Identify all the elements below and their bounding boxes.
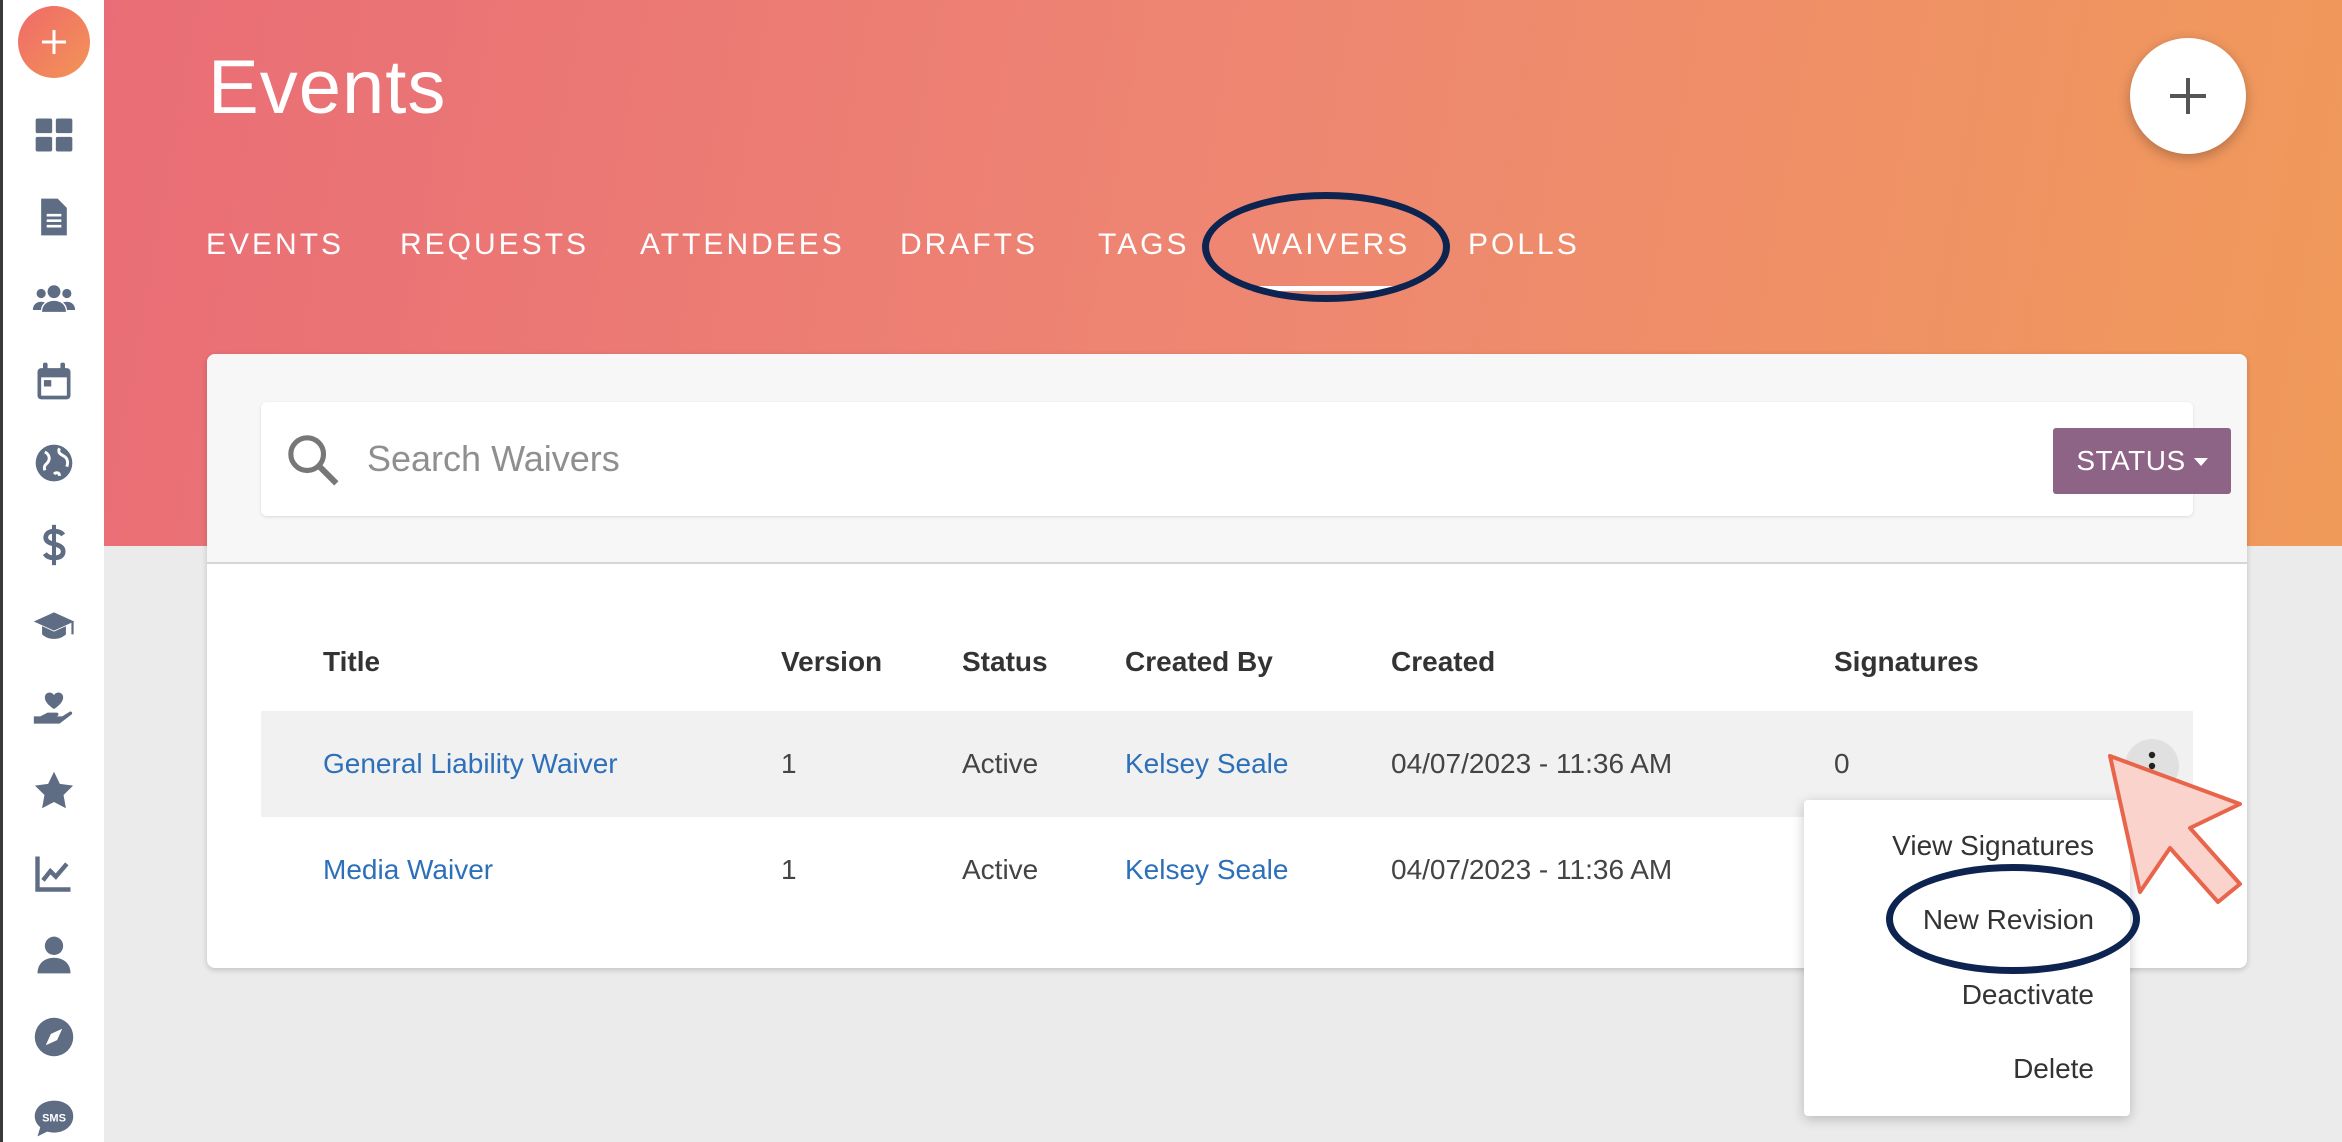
- tab-attendees[interactable]: ATTENDEES: [640, 228, 845, 262]
- user-icon: [37, 936, 71, 974]
- tab-requests[interactable]: REQUESTS: [400, 228, 589, 262]
- pointer-arrow-icon: [2108, 754, 2242, 904]
- card-toolbar: STATUS: [207, 354, 2247, 564]
- sidebar-item-globe[interactable]: [27, 436, 81, 490]
- dashboard-icon: [35, 118, 73, 152]
- waiver-created-by-link[interactable]: Kelsey Seale: [1125, 817, 1288, 923]
- waiver-title-link[interactable]: Media Waiver: [323, 817, 493, 923]
- menu-item-delete[interactable]: Delete: [2013, 1053, 2094, 1085]
- waiver-created-by-link[interactable]: Kelsey Seale: [1125, 711, 1288, 817]
- search-icon: [288, 435, 339, 486]
- dollar-icon: [42, 524, 66, 566]
- compass-icon: [34, 1017, 74, 1057]
- sidebar: SMS: [0, 0, 104, 1142]
- sidebar-item-documents[interactable]: [27, 190, 81, 244]
- tab-events[interactable]: EVENTS: [206, 228, 344, 262]
- waiver-status: Active: [962, 854, 1039, 885]
- sidebar-item-profile[interactable]: [27, 928, 81, 982]
- users-icon: [32, 285, 76, 312]
- column-header-status[interactable]: Status: [962, 646, 1048, 678]
- annotation-oval-waivers: [1202, 192, 1450, 302]
- plus-icon: [42, 30, 66, 54]
- sidebar-item-explore[interactable]: [27, 1010, 81, 1064]
- caret-down-icon: [2193, 458, 2208, 466]
- tab-polls[interactable]: POLLS: [1468, 228, 1580, 262]
- globe-icon: [35, 444, 73, 482]
- waiver-version: 1: [781, 854, 797, 885]
- search-input[interactable]: [367, 426, 1827, 492]
- column-header-created-by[interactable]: Created By: [1125, 646, 1273, 678]
- waiver-created: 04/07/2023 - 11:36 AM: [1391, 748, 1673, 779]
- column-header-title[interactable]: Title: [323, 646, 380, 678]
- chart-line-icon: [35, 856, 71, 892]
- sidebar-item-calendar[interactable]: [27, 354, 81, 408]
- page-title: Events: [208, 45, 447, 130]
- tab-drafts[interactable]: DRAFTS: [900, 228, 1038, 262]
- sidebar-item-favorites[interactable]: [27, 764, 81, 818]
- calendar-icon: [37, 362, 71, 400]
- menu-item-deactivate[interactable]: Deactivate: [1962, 979, 2094, 1011]
- graduation-cap-icon: [33, 612, 75, 639]
- sidebar-item-reports[interactable]: [27, 846, 81, 900]
- sms-icon: SMS: [34, 1100, 74, 1137]
- sidebar-item-finance[interactable]: [27, 518, 81, 572]
- waiver-title-link[interactable]: General Liability Waiver: [323, 711, 618, 817]
- search-bar: STATUS: [261, 402, 2231, 516]
- plus-icon: [2170, 78, 2206, 114]
- waiver-version: 1: [781, 748, 797, 779]
- add-button[interactable]: [2130, 38, 2246, 154]
- column-header-created[interactable]: Created: [1391, 646, 1495, 678]
- waiver-status: Active: [962, 748, 1039, 779]
- sidebar-item-users[interactable]: [27, 272, 81, 326]
- menu-item-view-signatures[interactable]: View Signatures: [1892, 830, 2094, 862]
- sidebar-item-donations[interactable]: [27, 682, 81, 736]
- star-icon: [34, 771, 74, 809]
- sidebar-item-sms[interactable]: SMS: [27, 1092, 81, 1142]
- document-icon: [41, 198, 67, 236]
- status-filter-button[interactable]: STATUS: [2053, 428, 2231, 494]
- sidebar-add-button[interactable]: [18, 6, 90, 78]
- sidebar-item-dashboard[interactable]: [27, 108, 81, 162]
- column-header-signatures[interactable]: Signatures: [1834, 646, 1979, 678]
- waiver-created: 04/07/2023 - 11:36 AM: [1391, 854, 1673, 885]
- svg-text:SMS: SMS: [42, 1112, 66, 1124]
- status-filter-label: STATUS: [2076, 445, 2186, 476]
- tab-tags[interactable]: TAGS: [1098, 228, 1189, 262]
- column-header-version[interactable]: Version: [781, 646, 882, 678]
- hand-heart-icon: [33, 692, 73, 724]
- sidebar-item-education[interactable]: [27, 600, 81, 654]
